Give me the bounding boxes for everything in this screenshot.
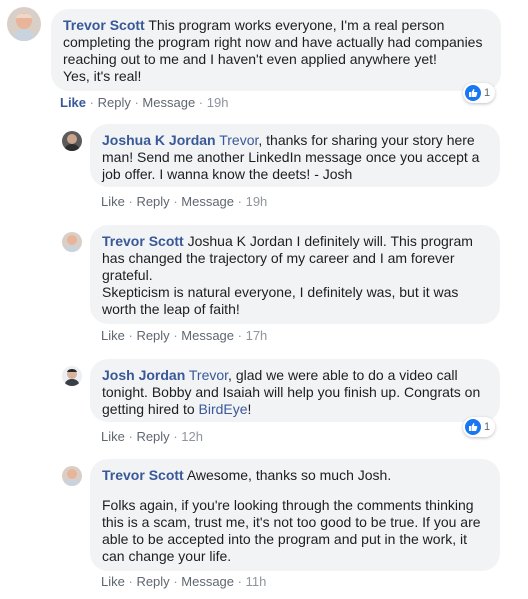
avatar[interactable] — [62, 131, 82, 151]
comment-text-line: grateful. — [102, 267, 153, 283]
comment-text-line: job offer. I wanna know the deets! - Jos… — [102, 166, 353, 182]
like-link[interactable]: Like — [101, 328, 125, 343]
comment-text-line: this is a scam, trust me, it's not too g… — [102, 514, 481, 530]
message-link[interactable]: Message — [181, 328, 234, 343]
comment-text-trail: ! — [247, 401, 252, 417]
comment-text-line: Awesome, thanks so much Josh. — [186, 467, 392, 483]
avatar[interactable] — [62, 466, 82, 486]
comment-text-line: , thanks for sharing your story here — [258, 132, 475, 148]
message-link[interactable]: Message — [181, 574, 234, 589]
comment-author[interactable]: Trevor Scott — [102, 467, 184, 483]
page-link[interactable]: BirdEye — [199, 401, 248, 417]
comment-actions: Like · Reply · 12h — [101, 429, 203, 444]
comment-thread: Trevor Scott This program works everyone… — [0, 0, 528, 599]
comment-actions: Like · Reply · Message · 11h — [101, 574, 267, 589]
comment-text-line: has changed the trajectory of my career … — [102, 250, 455, 266]
comment-bubble: Trevor Scott This program works everyone… — [51, 9, 501, 91]
comment-bubble: Joshua K Jordan Trevor, thanks for shari… — [90, 124, 500, 187]
comment-text-line: , glad we were able to do a video call — [228, 367, 458, 383]
comment-bubble: Trevor Scott Joshua K Jordan I definitel… — [90, 225, 500, 324]
reply-link[interactable]: Reply — [136, 574, 169, 589]
avatar[interactable] — [62, 366, 82, 386]
comment-actions: Like · Reply · Message · 17h — [101, 328, 268, 343]
comment-text-line: can change your life. — [102, 548, 232, 564]
reaction-number: 1 — [484, 87, 491, 99]
mention-link[interactable]: Trevor — [219, 132, 258, 148]
timestamp[interactable]: 11h — [246, 574, 267, 589]
avatar[interactable] — [7, 7, 41, 41]
message-link[interactable]: Message — [181, 194, 234, 209]
comment-text-line: This program works everyone, I'm a real … — [148, 17, 445, 33]
comment-text-line: Skepticism is natural everyone, I defini… — [102, 284, 459, 300]
comment-author[interactable]: Joshua K Jordan — [102, 132, 216, 148]
reaction-number: 1 — [484, 421, 491, 433]
comment-text-line: tonight. Bobby and Isaiah will help you … — [102, 384, 481, 400]
reply-link[interactable]: Reply — [136, 328, 169, 343]
comment-text-line: worth the leap of faith! — [102, 301, 240, 317]
avatar[interactable] — [62, 232, 82, 252]
comment-text-line: reaching out to me and I haven't even ap… — [63, 51, 437, 67]
timestamp[interactable]: 19h — [207, 95, 229, 110]
timestamp[interactable]: 19h — [246, 194, 268, 209]
like-link[interactable]: Like — [60, 95, 86, 110]
comment-text-line: Joshua K Jordan I definitely will. This … — [187, 233, 473, 249]
comment-text-line: Folks again, if you're looking through t… — [102, 497, 474, 513]
like-link[interactable]: Like — [101, 429, 125, 444]
thumbs-up-icon — [465, 85, 481, 101]
comment-text-line: Yes, it's real! — [63, 68, 142, 84]
comment-author[interactable]: Trevor Scott — [102, 233, 184, 249]
comment-text-line: man! Send me another LinkedIn message on… — [102, 149, 480, 165]
comment-text-line: completing the program right now and hav… — [63, 34, 483, 50]
comment-author[interactable]: Trevor Scott — [63, 17, 145, 33]
thumbs-up-icon — [465, 419, 481, 435]
reply-link[interactable]: Reply — [136, 194, 169, 209]
reaction-count[interactable]: 1 — [463, 417, 496, 437]
comment-actions: Like · Reply · Message · 19h — [101, 194, 268, 209]
like-link[interactable]: Like — [101, 194, 125, 209]
mention-link[interactable]: Trevor — [189, 367, 228, 383]
reaction-count[interactable]: 1 — [463, 83, 496, 103]
message-link[interactable]: Message — [142, 95, 195, 110]
comment-author[interactable]: Josh Jordan — [102, 367, 185, 383]
reply-link[interactable]: Reply — [98, 95, 131, 110]
timestamp[interactable]: 12h — [181, 429, 203, 444]
comment-bubble: Josh Jordan Trevor, glad we were able to… — [90, 359, 500, 422]
like-link[interactable]: Like — [101, 574, 125, 589]
comment-bubble: Trevor Scott Awesome, thanks so much Jos… — [90, 459, 500, 571]
comment-text-line: able to be accepted into the program and… — [102, 531, 468, 547]
comment-text-line: getting hired to — [102, 401, 199, 417]
reply-link[interactable]: Reply — [136, 429, 169, 444]
comment-actions: Like · Reply · Message · 19h — [60, 95, 229, 110]
timestamp[interactable]: 17h — [246, 328, 268, 343]
